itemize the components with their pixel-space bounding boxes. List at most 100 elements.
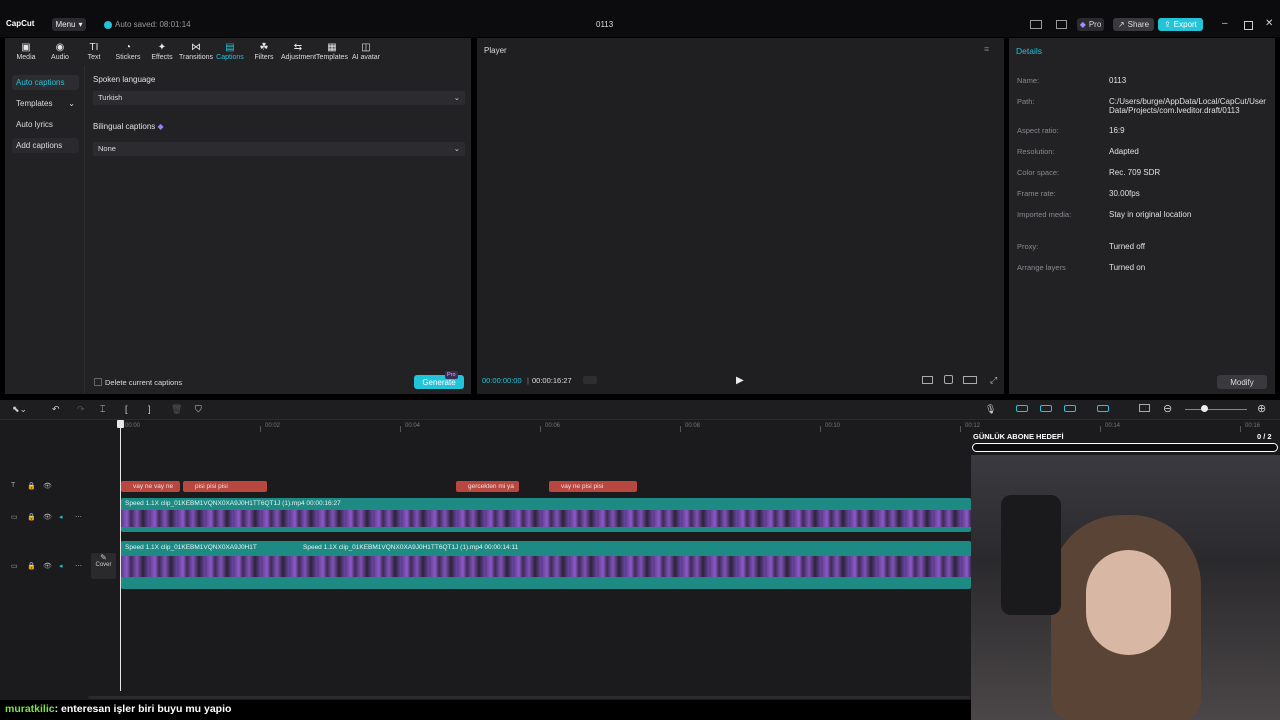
autosave-icon (104, 21, 112, 29)
toolbar-templates[interactable]: ▦ Templates (315, 38, 349, 66)
maximize-icon[interactable] (1244, 21, 1253, 30)
bilingual-select[interactable]: None ⌄ (93, 142, 465, 156)
sidebar-item-auto-captions[interactable]: Auto captions (12, 75, 79, 90)
split-icon[interactable]: ⌶ (100, 404, 105, 415)
cover-label: Cover (95, 562, 112, 568)
toolbar-filters[interactable]: ☘ Filters (247, 38, 281, 66)
delete-captions-label: Delete current captions (105, 378, 183, 387)
delete-left-icon[interactable]: [ (125, 404, 128, 414)
toolbar-label: Templates (316, 54, 348, 61)
pro-button[interactable]: ◆ Pro (1077, 18, 1104, 31)
player-menu-icon[interactable]: ≡ (984, 44, 989, 54)
sidebar-item-auto-lyrics[interactable]: Auto lyrics (12, 117, 79, 132)
toolbar-text[interactable]: TI Text (77, 38, 111, 66)
zoom-in-icon[interactable]: ⊕ (1257, 402, 1266, 415)
fullscreen-icon[interactable]: ⤢ (990, 375, 997, 386)
zoom-slider[interactable] (1185, 409, 1247, 410)
adjustment-icon: ⇆ (293, 42, 303, 53)
toolbar-ai-avatar[interactable]: ◫ AI avatar (349, 38, 383, 66)
more-icon[interactable]: ⋯ (75, 513, 82, 521)
toolbar-media[interactable]: ▣ Media (9, 38, 43, 66)
delete-icon[interactable]: 🗑 (171, 404, 182, 415)
main-track-magnet-icon[interactable] (1016, 405, 1028, 412)
delete-right-icon[interactable]: ] (148, 404, 151, 414)
ruler-tick (960, 426, 961, 432)
caption-clip[interactable]: vay ne vay ne (121, 481, 180, 492)
playhead-handle[interactable] (117, 420, 124, 428)
toolbar-transitions[interactable]: ⋈ Transitions (179, 38, 213, 66)
timeline-toolbar (0, 400, 1280, 420)
close-icon[interactable]: ✕ (1265, 18, 1273, 29)
spoken-language-select[interactable]: Turkish ⌄ (93, 91, 465, 105)
cover-button[interactable]: ✎ Cover (91, 553, 116, 579)
video-track-icon: ▭ (11, 563, 18, 570)
auto-snap-icon[interactable] (1040, 405, 1052, 412)
microphone-icon[interactable]: 🎙 (985, 404, 996, 415)
ruler-tick (400, 426, 401, 432)
title-bar: CapCut Menu ▾ Auto saved: 08:01:14 0113 ◆… (0, 0, 1280, 37)
caption-clip[interactable]: pisi pisi pisi (183, 481, 267, 492)
detail-label: Arrange layers (1017, 263, 1066, 272)
ruler-tick (260, 426, 261, 432)
redo-icon[interactable]: ↷ (77, 404, 85, 415)
minimize-icon[interactable]: – (1222, 18, 1228, 29)
timecode-toggle[interactable] (583, 376, 597, 384)
playhead[interactable] (120, 421, 121, 691)
zoom-out-icon[interactable]: ⊖ (1163, 402, 1172, 415)
layout-icon[interactable] (1030, 20, 1042, 29)
resolution-icon[interactable] (922, 376, 933, 384)
detail-value: Turned on (1109, 263, 1146, 272)
shield-icon[interactable]: ⛉ (195, 404, 202, 415)
eye-icon[interactable]: 👁 (43, 562, 52, 570)
timeline-ruler[interactable]: 00:00 00:02 00:04 00:06 00:08 00:10 00:12 00:14… (120, 420, 1280, 432)
toolbar-stickers[interactable]: ◔ Stickers (111, 38, 145, 66)
more-icon[interactable]: ⋯ (75, 562, 82, 570)
detail-label: Color space: (1017, 168, 1060, 177)
lock-icon[interactable]: 🔒 (27, 562, 36, 570)
menu-button[interactable]: Menu ▾ (52, 18, 86, 31)
toolbar-label: Stickers (115, 54, 141, 61)
delete-captions-checkbox[interactable] (94, 378, 102, 386)
toolbar-audio[interactable]: ◉ Audio (43, 38, 77, 66)
audio-icon: ◉ (55, 42, 65, 53)
zoom-slider-handle[interactable] (1201, 405, 1208, 412)
toolbar-label: Adjustment (281, 54, 317, 61)
sidebar-item-add-captions[interactable]: Add captions (12, 138, 79, 153)
shortcut-icon[interactable] (1056, 20, 1067, 29)
toolbar-effects[interactable]: ✦ Effects (145, 38, 179, 66)
toolbar-label: Media (16, 54, 36, 61)
play-icon[interactable]: ▶ (736, 375, 744, 386)
toolbar-adjustment[interactable]: ⇆ Adjustment (281, 38, 317, 66)
undo-icon[interactable]: ↶ (52, 404, 60, 415)
fit-icon[interactable] (1139, 404, 1150, 412)
screenshot-icon[interactable] (944, 375, 953, 384)
select-tool-icon[interactable]: ⬉⌄ (12, 404, 27, 415)
eye-icon[interactable]: 👁 (43, 513, 52, 521)
preview-axis-icon[interactable] (1097, 405, 1109, 412)
export-button[interactable]: ⇪ Export (1158, 18, 1203, 31)
select-value: None (98, 144, 116, 153)
ratio-icon[interactable] (963, 376, 977, 384)
toolbar-captions[interactable]: ▤ Captions (213, 38, 247, 66)
lock-icon[interactable]: 🔒 (27, 513, 36, 521)
share-button[interactable]: ↗ Share (1113, 18, 1154, 31)
audio-icon[interactable]: ◂ (59, 562, 63, 570)
modify-label: Modify (1230, 377, 1254, 387)
lock-icon[interactable]: 🔒 (27, 482, 36, 490)
caption-clip[interactable]: gercekten mi ya (456, 481, 519, 492)
modify-button[interactable]: Modify (1217, 375, 1267, 389)
toolbar-label: Filters (254, 54, 274, 61)
player-panel (477, 38, 1004, 394)
ruler-tick-label: 00:02 (265, 423, 281, 429)
eye-icon[interactable]: 👁 (43, 482, 52, 490)
share-icon: ↗ (1117, 20, 1125, 29)
timeline-scrollbar[interactable] (88, 696, 970, 699)
sidebar-item-templates[interactable]: Templates ⌄ (12, 96, 79, 111)
ruler-tick-label: 00:14 (1105, 423, 1121, 429)
caption-clip[interactable]: vay ne pisi pisi (549, 481, 637, 492)
linkage-icon[interactable] (1064, 405, 1076, 412)
detail-label: Name: (1017, 76, 1040, 85)
pro-gem-icon: ◆ (157, 122, 164, 131)
chevron-down-icon: ⌄ (453, 144, 460, 153)
audio-icon[interactable]: ◂ (59, 513, 63, 521)
